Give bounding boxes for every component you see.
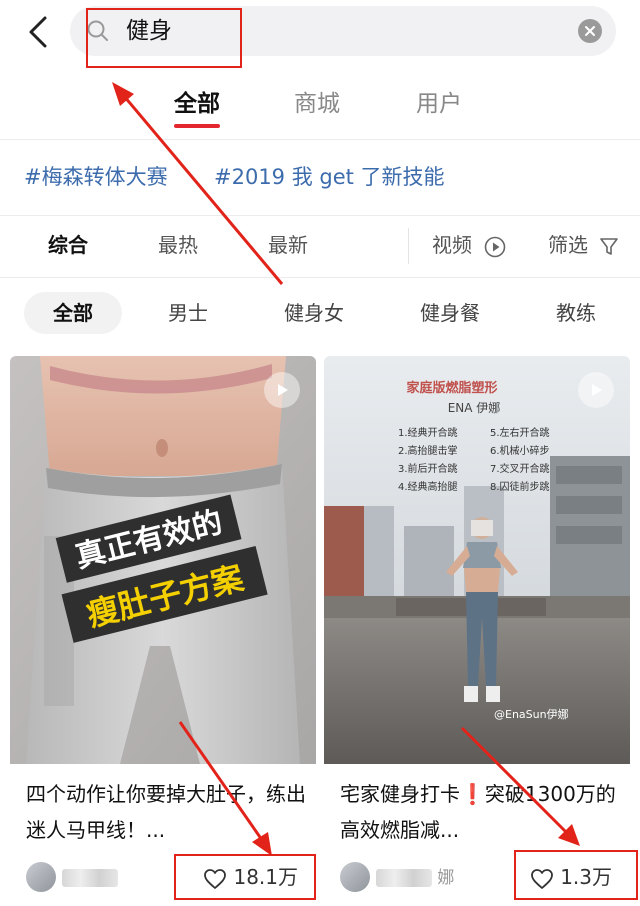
video-thumbnail: 真正有效的 瘦肚子方案 — [10, 356, 316, 764]
note-title: 四个动作让你要掉大肚子，练出迷人马甲线！... — [26, 782, 306, 842]
hashtag-link[interactable]: #梅森转体大赛 — [24, 162, 168, 192]
note-card[interactable]: 真正有效的 瘦肚子方案 四个动作让你要掉大肚子，练出迷人马甲线！... 18.1… — [10, 356, 316, 902]
sort-bar: 综合 最热 最新 视频 筛选 — [0, 216, 640, 278]
play-circle-icon — [485, 236, 506, 257]
primary-tabs: 全部 商城 用户 — [0, 76, 640, 140]
active-tab-indicator — [174, 124, 220, 128]
sort-comprehensive[interactable]: 综合 — [48, 230, 88, 260]
exclamation-icon: ❗ — [460, 782, 485, 806]
exercise-list-item: 5.左右开合跳 — [490, 426, 550, 439]
exercise-list-item: 1.经典开合跳 — [398, 426, 458, 439]
annotation-box — [174, 854, 316, 900]
exercise-list-item: 4.经典高抬腿 — [398, 480, 458, 493]
note-card[interactable]: 家庭版燃脂塑形 ENA 伊娜 1.经典开合跳 2.高抬腿击掌 3.前后开合跳 4… — [324, 356, 630, 902]
play-icon — [264, 372, 300, 408]
exercise-list-item: 6.机械小碎步 — [490, 444, 550, 457]
divider — [408, 228, 409, 264]
filter-button[interactable]: 筛选 — [548, 230, 619, 260]
play-icon — [578, 372, 614, 408]
thumbnail-watermark: @EnaSun伊娜 — [494, 707, 569, 721]
thumbnail-heading: 家庭版燃脂塑形 — [406, 380, 497, 396]
video-filter-button[interactable]: 视频 — [432, 230, 506, 260]
hashtag-link[interactable]: #2019 我 get 了新技能 — [214, 162, 445, 192]
thumbnail-brand: ENA 伊娜 — [448, 401, 501, 415]
chip-fitness-meals[interactable]: 健身餐 — [406, 292, 494, 334]
tab-users[interactable]: 用户 — [416, 88, 462, 120]
avatar[interactable] — [340, 862, 370, 892]
clear-icon[interactable] — [578, 19, 602, 43]
funnel-icon — [600, 237, 619, 255]
exercise-list-item: 8.囚徒前步跳 — [490, 480, 550, 493]
chip-men[interactable]: 男士 — [150, 292, 226, 334]
chip-coach[interactable]: 教练 — [542, 292, 610, 334]
avatar[interactable] — [26, 862, 56, 892]
sort-newest[interactable]: 最新 — [268, 230, 308, 260]
annotation-box — [86, 8, 242, 68]
note-title-part1: 宅家健身打卡 — [340, 782, 460, 806]
back-button[interactable] — [20, 12, 56, 52]
tab-mall[interactable]: 商城 — [294, 88, 340, 120]
annotation-box — [514, 850, 638, 900]
chip-fitness-women[interactable]: 健身女 — [270, 292, 358, 334]
author-name — [62, 866, 118, 890]
author-name: 娜 — [376, 866, 454, 890]
exercise-list-item: 7.交叉开合跳 — [490, 462, 550, 475]
note-title: 宅家健身打卡❗突破1300万的高效燃脂减... — [340, 776, 620, 848]
video-filter-label: 视频 — [432, 233, 472, 257]
category-chips: 全部 男士 健身女 健身餐 教练 — [0, 280, 640, 346]
chevron-left-icon — [29, 16, 47, 48]
video-thumbnail: 家庭版燃脂塑形 ENA 伊娜 1.经典开合跳 2.高抬腿击掌 3.前后开合跳 4… — [324, 356, 630, 764]
author-name-visible: 娜 — [437, 868, 455, 888]
hashtag-row: #梅森转体大赛 #2019 我 get 了新技能 — [0, 140, 640, 216]
chip-all[interactable]: 全部 — [24, 292, 122, 334]
tab-all[interactable]: 全部 — [174, 88, 220, 120]
exercise-list-item: 3.前后开合跳 — [398, 462, 458, 475]
sort-hottest[interactable]: 最热 — [158, 230, 198, 260]
filter-label: 筛选 — [548, 233, 588, 257]
exercise-list-item: 2.高抬腿击掌 — [398, 444, 458, 457]
